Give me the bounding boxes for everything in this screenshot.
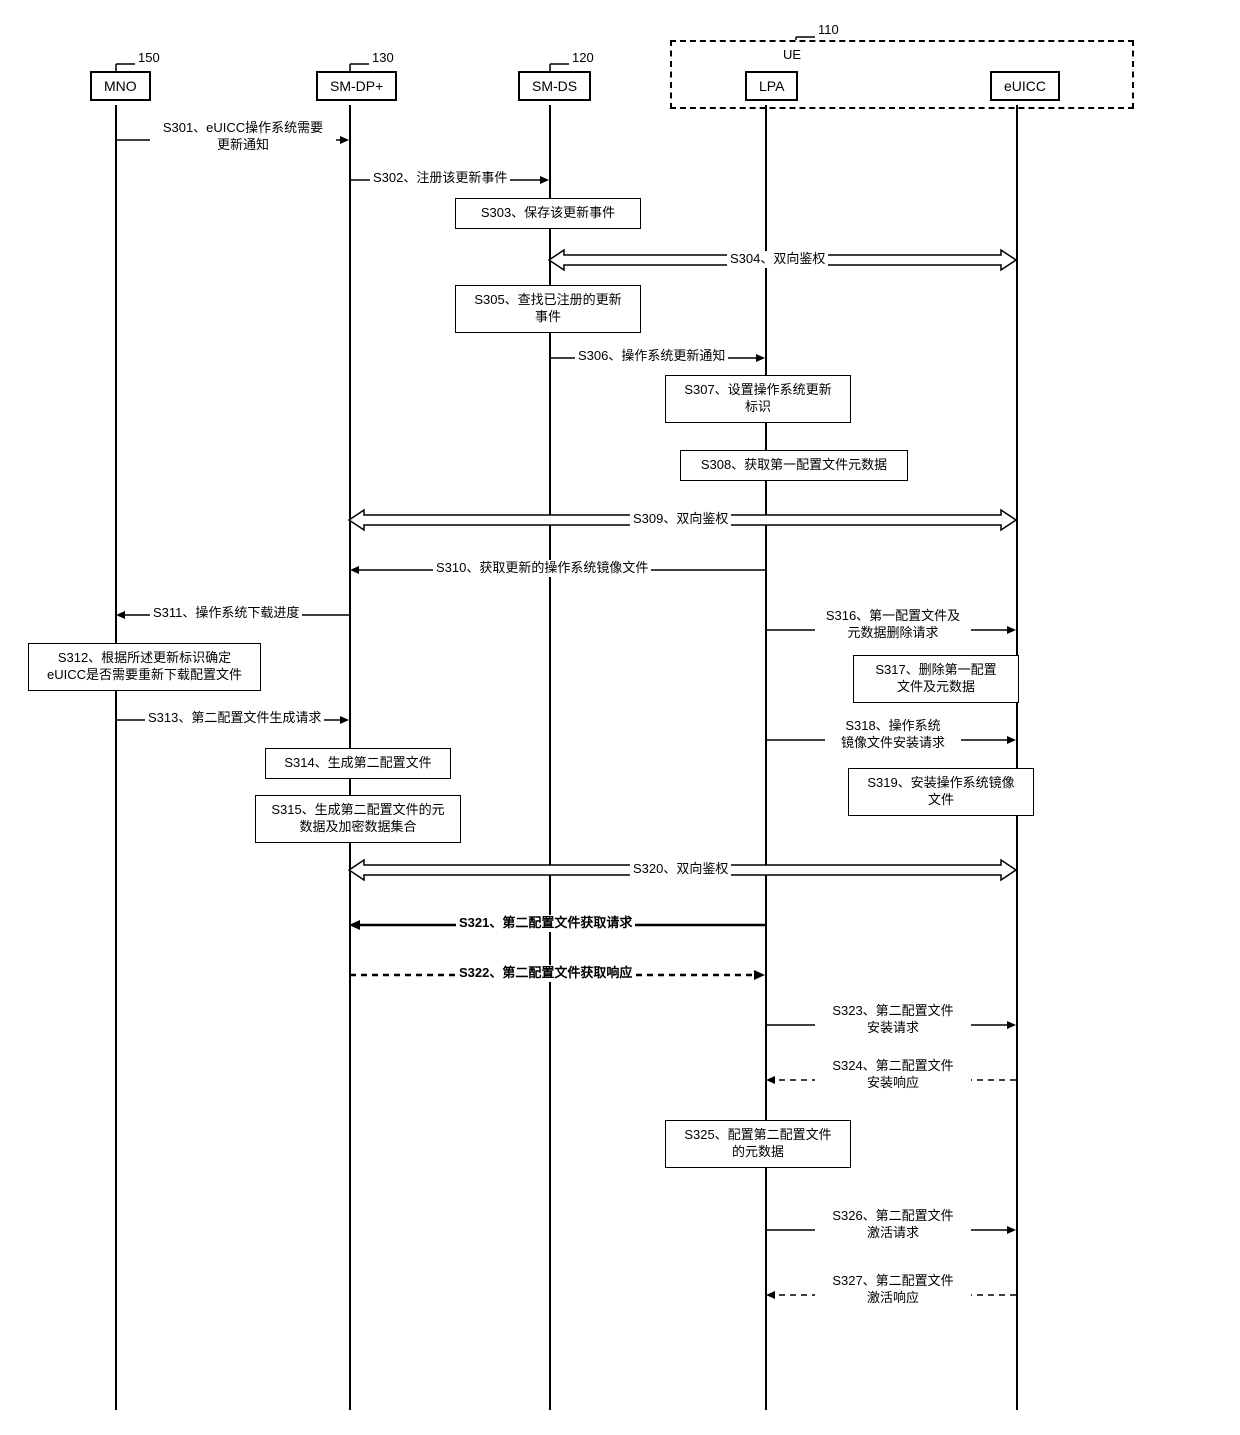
ue-label: UE (783, 47, 801, 62)
step-s309: S309、双向鉴权 (630, 511, 731, 528)
step-s326: S326、第二配置文件激活请求 (815, 1208, 971, 1242)
step-s321: S321、第二配置文件获取请求 (456, 915, 635, 932)
step-s301: S301、eUICC操作系统需要更新通知 (150, 120, 336, 154)
step-s322: S322、第二配置文件获取响应 (456, 965, 635, 982)
participant-mno: MNO (90, 71, 151, 101)
step-s305: S305、查找已注册的更新事件 (455, 285, 641, 333)
step-s310: S310、获取更新的操作系统镜像文件 (433, 560, 651, 577)
step-s304: S304、双向鉴权 (727, 251, 828, 268)
step-s324: S324、第二配置文件安装响应 (815, 1058, 971, 1092)
step-s303: S303、保存该更新事件 (455, 198, 641, 229)
participant-smdp: SM-DP+ (316, 71, 397, 101)
id-150: 150 (138, 50, 160, 65)
step-s318: S318、操作系统镜像文件安装请求 (825, 718, 961, 752)
step-s311: S311、操作系统下载进度 (150, 605, 302, 622)
step-s316: S316、第一配置文件及元数据删除请求 (815, 608, 971, 642)
participant-lpa: LPA (745, 71, 798, 101)
ue-group-box (670, 40, 1134, 109)
step-s320: S320、双向鉴权 (630, 861, 731, 878)
lifeline-euicc (1016, 105, 1018, 1410)
step-s317: S317、删除第一配置文件及元数据 (853, 655, 1019, 703)
step-s307: S307、设置操作系统更新标识 (665, 375, 851, 423)
step-s313: S313、第二配置文件生成请求 (145, 710, 324, 727)
step-s308: S308、获取第一配置文件元数据 (680, 450, 908, 481)
participant-euicc: eUICC (990, 71, 1060, 101)
id-120: 120 (572, 50, 594, 65)
step-s325: S325、配置第二配置文件的元数据 (665, 1120, 851, 1168)
step-s327: S327、第二配置文件激活响应 (815, 1273, 971, 1307)
participant-smds: SM-DS (518, 71, 591, 101)
step-s323: S323、第二配置文件安装请求 (815, 1003, 971, 1037)
step-s315: S315、生成第二配置文件的元数据及加密数据集合 (255, 795, 461, 843)
step-s306: S306、操作系统更新通知 (575, 348, 728, 365)
step-s302: S302、注册该更新事件 (370, 170, 510, 187)
step-s312: S312、根据所述更新标识确定eUICC是否需要重新下载配置文件 (28, 643, 261, 691)
lifeline-mno (115, 105, 117, 1410)
id-130: 130 (372, 50, 394, 65)
id-110: 110 (818, 22, 839, 37)
step-s314: S314、生成第二配置文件 (265, 748, 451, 779)
step-s319: S319、安装操作系统镜像文件 (848, 768, 1034, 816)
lifeline-lpa (765, 105, 767, 1410)
sequence-diagram: UE 110 MNO 150 SM-DP+ 130 SM-DS 120 LPA … (20, 20, 1220, 1415)
